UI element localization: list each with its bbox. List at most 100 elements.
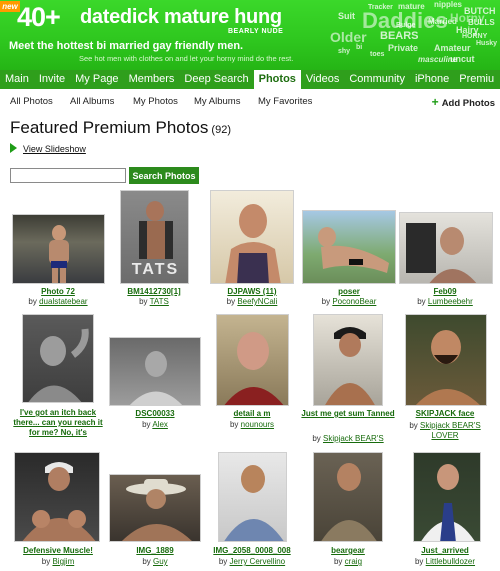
photo-title-link[interactable]: Photo 72: [10, 287, 106, 297]
photo-thumbnail[interactable]: [216, 314, 289, 406]
photo-image: [28, 328, 89, 402]
nav-item-iphone[interactable]: iPhone: [410, 70, 454, 89]
photo-user-link[interactable]: Lumbeebehr: [428, 297, 473, 306]
photo-byline: by Lumbeebehr: [397, 297, 493, 307]
byline-prefix: by: [41, 557, 51, 566]
photo-title-link[interactable]: IMG_2058_0008_008: [204, 546, 300, 556]
photo-user-link[interactable]: Alex: [152, 420, 168, 429]
photo-title-link[interactable]: Just me get sum Tanned: [300, 409, 396, 419]
byline-prefix: by: [414, 557, 424, 566]
byline-prefix: by: [28, 297, 37, 306]
byline-prefix: by: [333, 557, 343, 566]
photo-title-link[interactable]: poser: [301, 287, 397, 297]
nav-item-main[interactable]: Main: [0, 70, 34, 89]
word-cloud-word: Older: [330, 29, 367, 45]
photo-thumbnail[interactable]: [14, 452, 100, 542]
logo-text[interactable]: datedick mature hung: [80, 6, 282, 28]
photo-user-link[interactable]: TATS: [150, 297, 169, 306]
photo-user-link[interactable]: Skipjack BEAR'S: [323, 434, 384, 443]
photo-title-link[interactable]: Just_arrived: [397, 546, 493, 556]
photo-byline: by dualstatebear: [10, 297, 106, 307]
photo-thumbnail[interactable]: [218, 452, 287, 542]
byline-prefix: by: [312, 434, 321, 443]
photo-thumbnail[interactable]: [399, 212, 493, 284]
photo-title-link[interactable]: Defensive Muscle!: [10, 546, 106, 556]
plus-icon: +: [431, 95, 439, 109]
nav-item-invite[interactable]: Invite: [34, 70, 70, 89]
subnav-my-albums[interactable]: My Albums: [194, 96, 240, 107]
photo-thumbnail[interactable]: [109, 337, 201, 406]
word-cloud-word: Tracker: [368, 4, 393, 11]
photo-title-link[interactable]: detail a m: [204, 409, 300, 419]
photo-thumbnail[interactable]: [22, 314, 94, 403]
photo-thumbnail[interactable]: [413, 452, 481, 542]
photo-user-link[interactable]: craig: [345, 557, 362, 566]
photo-image: [406, 223, 477, 283]
photo-user-link[interactable]: Littlebulldozer: [426, 557, 475, 566]
site-header: new 40+ datedick mature hung BEARLY NUDE…: [0, 0, 500, 70]
nav-item-premium[interactable]: Premiu: [454, 70, 499, 89]
photo-user-link[interactable]: Guy: [153, 557, 168, 566]
photo-user-link[interactable]: Jerry Cervellino: [230, 557, 286, 566]
page-title: Featured Premium Photos (92): [10, 118, 231, 138]
subnav-all-photos[interactable]: All Photos: [10, 96, 53, 107]
photo-byline: by PoconoBear: [301, 297, 397, 307]
word-cloud-word: Suit: [338, 11, 355, 21]
nav-item-community[interactable]: Community: [344, 70, 410, 89]
photo-thumbnail[interactable]: TATS: [120, 190, 189, 284]
photo-user-link[interactable]: dualstatebear: [39, 297, 87, 306]
photo-byline: by Jerry Cervellino: [204, 557, 300, 567]
photo-thumbnail[interactable]: [109, 474, 201, 542]
photo-user-link[interactable]: PoconoBear: [332, 297, 376, 306]
photo-title-link[interactable]: beargear: [300, 546, 396, 556]
subnav-all-albums[interactable]: All Albums: [70, 96, 114, 107]
search-photos-button[interactable]: Search Photos: [129, 167, 199, 184]
nav-item-members[interactable]: Members: [124, 70, 180, 89]
photo-thumbnail[interactable]: [302, 210, 396, 284]
nav-item-photos[interactable]: Photos: [253, 70, 301, 89]
photo-image: [224, 465, 284, 541]
photo-title-link[interactable]: Feb09: [397, 287, 493, 297]
nav-item-videos[interactable]: Videos: [301, 70, 344, 89]
photo-user-link[interactable]: BeefyNCali: [237, 297, 277, 306]
photo-byline: by Alex: [107, 420, 203, 430]
word-cloud-word: shy: [338, 48, 351, 55]
nav-item-deep-search[interactable]: Deep Search: [179, 70, 253, 89]
photo-byline: by Guy: [107, 557, 203, 567]
view-slideshow-link[interactable]: View Slideshow: [10, 143, 86, 154]
photo-user-link[interactable]: nounours: [241, 420, 274, 429]
photo-thumbnail[interactable]: [12, 214, 105, 284]
photo-image: [49, 225, 69, 283]
photo-thumbnail[interactable]: [405, 314, 487, 406]
word-cloud-word: Private: [388, 43, 419, 53]
word-cloud-word: masculine: [418, 55, 458, 64]
photo-title-link[interactable]: SKIPJACK face: [397, 409, 493, 419]
photo-title-link[interactable]: BM1412730[1]: [106, 287, 202, 297]
photo-title-link[interactable]: I've got an itch back there... can you r…: [10, 408, 106, 438]
photo-user-link[interactable]: Skipjack BEAR'S LOVER: [420, 421, 481, 440]
photo-title-link[interactable]: DJPAWS (11): [204, 287, 300, 297]
photo-image: [130, 351, 182, 405]
photo-count: (92): [211, 124, 231, 136]
photo-thumbnail[interactable]: [210, 190, 294, 284]
play-icon: [10, 143, 17, 153]
word-cloud-word: Amateur: [434, 43, 471, 53]
photo-thumbnail[interactable]: [313, 314, 383, 406]
byline-prefix: by: [142, 557, 151, 566]
photo-search-input[interactable]: [10, 168, 126, 183]
photo-thumbnail[interactable]: [313, 452, 383, 542]
subnav-my-favorites[interactable]: My Favorites: [258, 96, 312, 107]
photo-title-link[interactable]: IMG_1889: [107, 546, 203, 556]
subnav-my-photos[interactable]: My Photos: [133, 96, 178, 107]
add-photos-button[interactable]: + Add Photos: [432, 95, 495, 109]
photo-image: [224, 332, 284, 405]
photo-byline: by Littlebulldozer: [397, 557, 493, 567]
word-cloud-word: toes: [370, 51, 385, 58]
photo-byline: by craig: [300, 557, 396, 567]
nav-item-my-page[interactable]: My Page: [70, 70, 123, 89]
photos-subnav: All Photos All Albums My Photos My Album…: [0, 92, 500, 112]
photo-user-link[interactable]: Bigjim: [52, 557, 74, 566]
photo-title-link[interactable]: DSC00033: [107, 409, 203, 419]
byline-prefix: by: [218, 557, 228, 566]
logo-number[interactable]: 40+: [17, 2, 61, 32]
